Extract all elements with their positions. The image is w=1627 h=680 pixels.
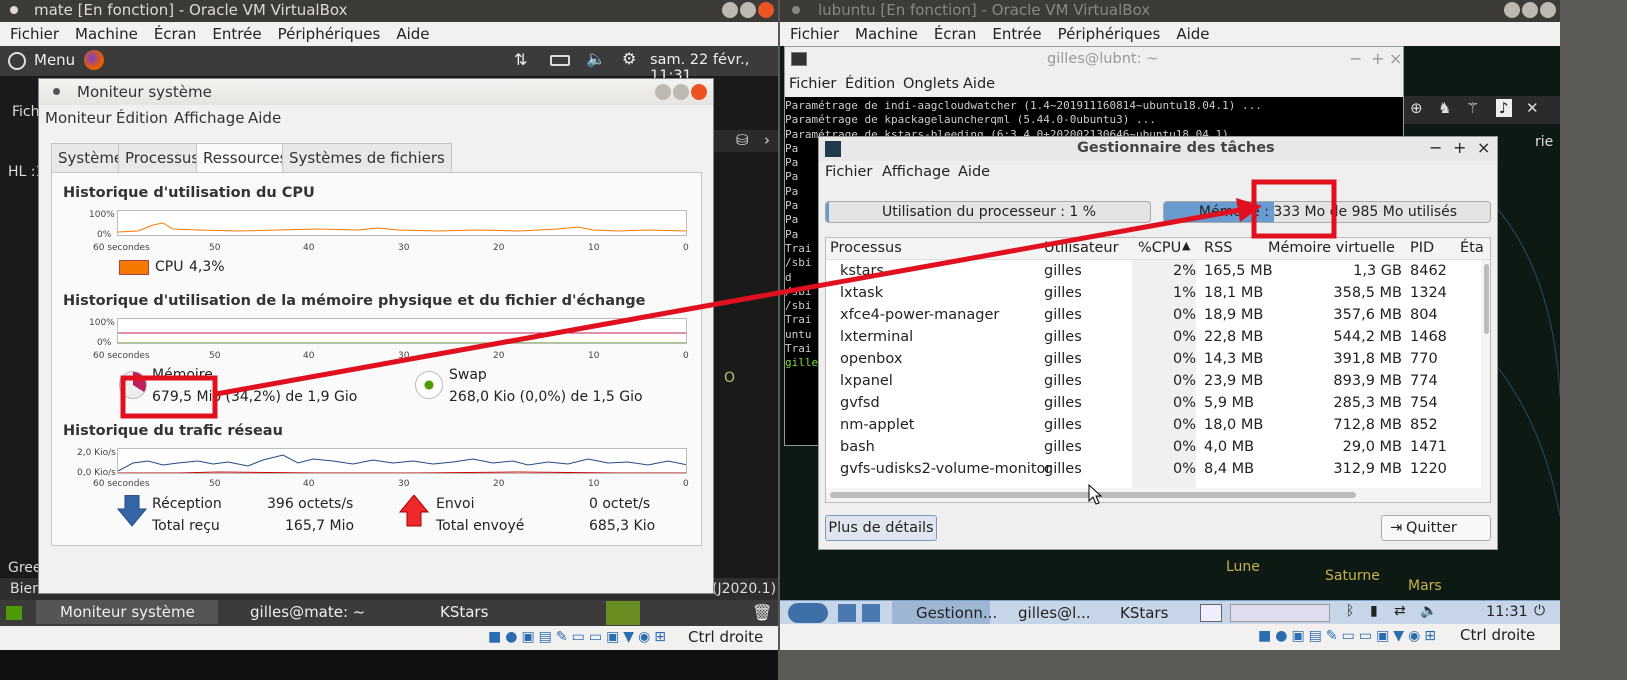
annotation-arrow-head [1236,198,1262,222]
annotation-box-taskmgr [1251,179,1337,239]
annotation-box-memory [120,375,218,419]
annotation-arrow-line [215,207,1241,397]
annotation-overlay [120,179,1337,419]
